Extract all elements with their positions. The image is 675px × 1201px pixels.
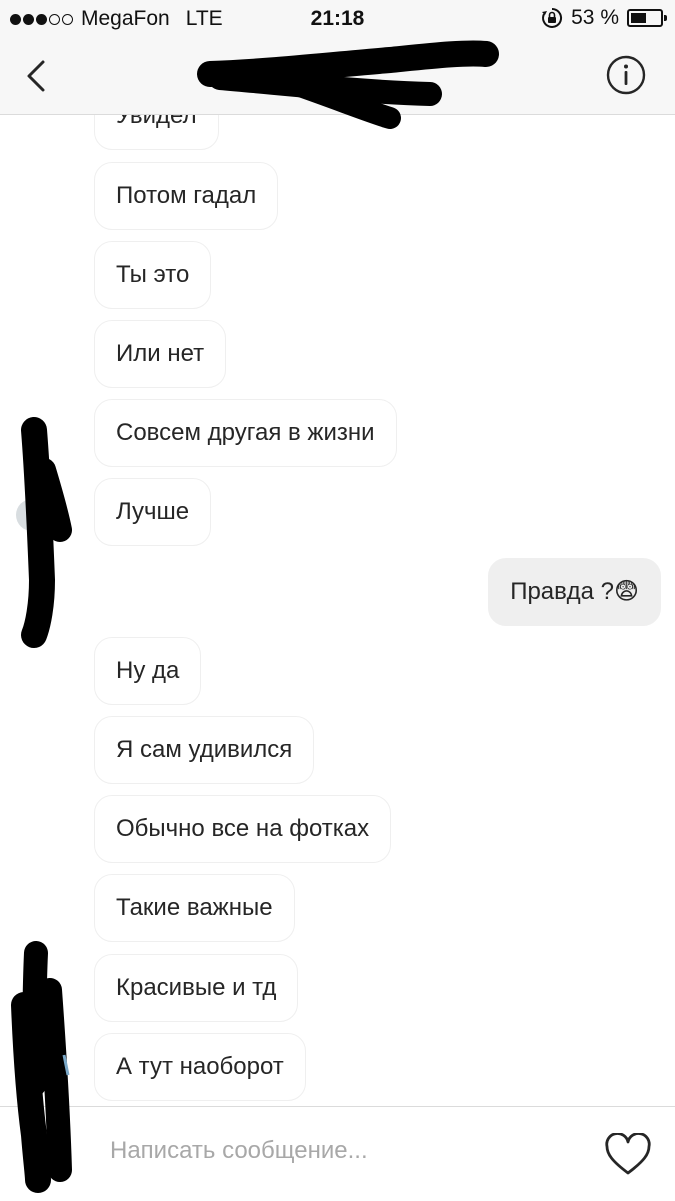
message-text: Я сам удивился — [116, 736, 293, 763]
redacted-avatar — [11, 941, 72, 1193]
chevron-left-icon[interactable] — [18, 56, 58, 96]
message-text: Увидел — [116, 115, 197, 129]
message-bubble-incoming[interactable]: Потом гадал — [94, 162, 279, 230]
message-text: Совсем другая в жизни — [116, 419, 375, 446]
message-bubble-incoming[interactable]: Или нет — [94, 320, 227, 388]
status-right: 53 % — [541, 6, 667, 30]
message-text: Ну да — [116, 657, 180, 684]
message-text: Обычно все на фотках — [116, 815, 370, 842]
battery-percent: 53 % — [571, 6, 619, 29]
status-bar: MegaFon LTE 21:18 53 % — [0, 0, 675, 38]
message-bubble-incoming[interactable]: Лучше — [94, 478, 212, 546]
message-bubble-incoming[interactable]: Совсем другая в жизни — [94, 399, 397, 467]
message-list[interactable]: Увидел Потом гадал Ты это Или нет Совсем… — [0, 115, 675, 1105]
info-icon[interactable] — [605, 54, 647, 96]
message-text: Правда ?😨 — [510, 578, 639, 605]
message-text: Или нет — [116, 340, 205, 367]
chat-header — [0, 38, 675, 129]
message-bubble-incoming[interactable]: Обычно все на фотках — [94, 795, 392, 863]
message-bubble-incoming[interactable]: Красивые и тд — [94, 954, 299, 1022]
message-bubble-incoming[interactable]: Увидел — [94, 115, 219, 150]
redacted-avatar — [16, 417, 72, 648]
message-bubble-incoming[interactable]: Такие важные — [94, 874, 295, 942]
battery-icon — [627, 9, 667, 27]
message-text: А тут наоборот — [116, 1053, 284, 1080]
message-bubble-incoming[interactable]: А тут наоборот — [94, 1033, 306, 1101]
message-text: Потом гадал — [116, 182, 257, 209]
message-bubble-incoming[interactable]: Ты это — [94, 241, 212, 309]
battery-fill — [631, 13, 646, 23]
message-text: Лучше — [116, 498, 190, 525]
heart-icon[interactable] — [604, 1133, 652, 1177]
message-text: Красивые и тд — [116, 974, 277, 1001]
message-bubble-incoming[interactable]: Ну да — [94, 637, 202, 705]
message-text: Ты это — [116, 261, 190, 288]
message-bubble-incoming[interactable]: Я сам удивился — [94, 716, 315, 784]
message-text: Такие важные — [116, 894, 273, 921]
message-bubble-outgoing[interactable]: Правда ?😨 — [488, 558, 661, 626]
message-input[interactable]: Написать сообщение... — [110, 1137, 530, 1171]
message-composer: Написать сообщение... — [0, 1106, 675, 1201]
orientation-lock-icon — [542, 7, 563, 28]
